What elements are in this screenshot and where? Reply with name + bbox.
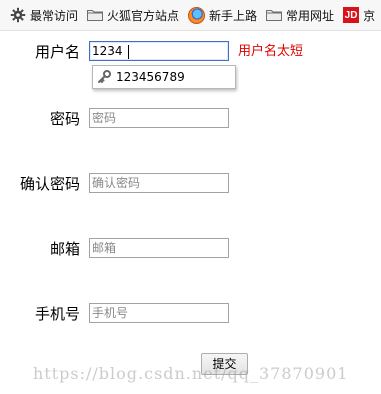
confirm-password-label: 确认密码 [19,175,80,193]
watermark: https://blog.csdn.net/qq_37870901 [33,364,349,383]
autocomplete-suggestion[interactable]: 123456789 [92,65,236,89]
username-input[interactable] [89,41,229,61]
bookmark-label: 新手上路 [209,8,258,23]
bookmark-label: 常用网址 [286,8,335,23]
email-label: 邮箱 [49,240,80,258]
bookmark-label: 火狐官方站点 [107,8,180,23]
bookmark-label: 最常访问 [30,8,79,23]
folder-icon [266,9,283,21]
suggestion-text: 123456789 [116,70,185,84]
phone-label: 手机号 [34,305,80,323]
confirm-password-row: 确认密码 [0,172,381,196]
password-label: 密码 [49,110,80,128]
password-input[interactable] [89,108,229,128]
bookmark-most-visited[interactable]: 最常访问 [10,7,78,24]
firefox-icon [188,6,206,24]
phone-row: 手机号 [0,302,381,326]
bookmarks-toolbar: 最常访问 火狐官方站点 新手上路 常用网址 JD 京 [0,0,381,31]
bookmark-firefox-official[interactable]: 火狐官方站点 [87,7,179,24]
bookmark-getting-started[interactable]: 新手上路 [188,6,258,24]
username-row: 用户名 用户名太短 [0,40,381,64]
password-row: 密码 [0,107,381,131]
bookmark-common-sites[interactable]: 常用网址 [266,7,334,24]
username-label: 用户名 [34,43,80,61]
bookmark-label: 京 [363,8,376,23]
email-input[interactable] [89,238,229,258]
folder-icon [87,9,104,21]
email-row: 邮箱 [0,237,381,261]
confirm-password-input[interactable] [89,173,229,193]
gear-icon [10,7,26,23]
text-caret [128,45,129,59]
key-icon [97,70,111,84]
username-error: 用户名太短 [238,44,304,59]
jd-icon: JD [343,7,360,23]
phone-input[interactable] [89,303,229,323]
bookmark-jd[interactable]: JD 京 [343,7,375,24]
